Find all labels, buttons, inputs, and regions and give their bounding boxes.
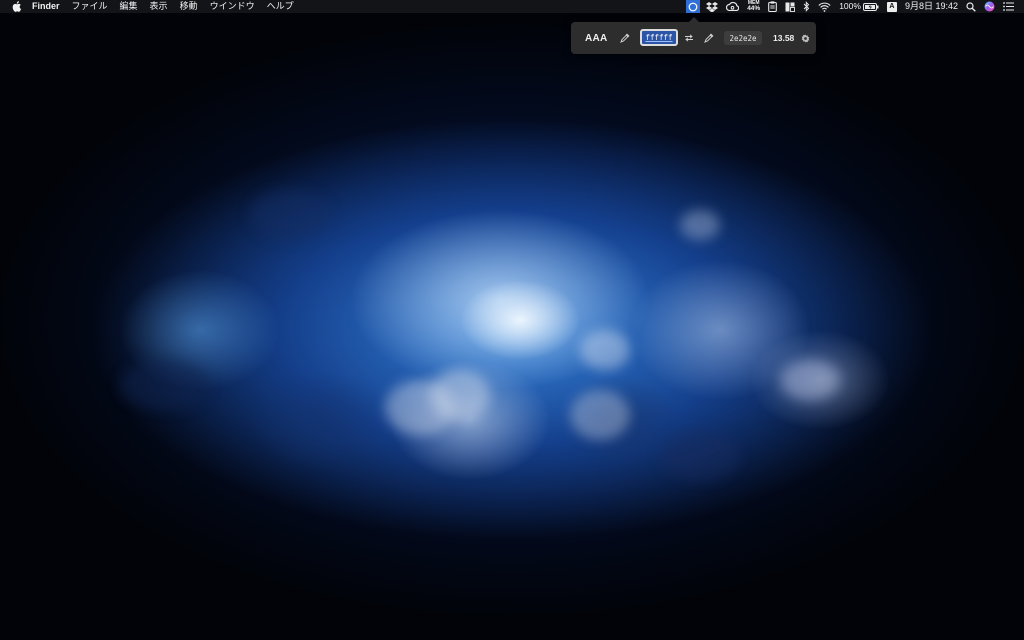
menu-bar: Finder ファイル 編集 表示 移動 ウインドウ ヘルプ MEM 44% 1…	[0, 0, 1024, 13]
menu-window[interactable]: ウインドウ	[204, 0, 261, 13]
menu-go[interactable]: 移動	[174, 0, 204, 13]
background-hex-field[interactable]: 2e2e2e	[724, 31, 762, 45]
background-hex-value: 2e2e2e	[729, 33, 757, 43]
siri-icon[interactable]	[980, 0, 999, 13]
menu-file[interactable]: ファイル	[66, 0, 114, 13]
apple-menu-icon[interactable]	[12, 1, 22, 12]
foreground-hex-value: ffffff	[645, 33, 673, 42]
battery-status[interactable]: 100%	[835, 0, 883, 13]
gear-icon[interactable]	[801, 22, 810, 54]
menu-edit[interactable]: 編集	[114, 0, 144, 13]
menu-help[interactable]: ヘルプ	[261, 0, 300, 13]
battery-percent: 100%	[839, 1, 861, 11]
battery-icon	[862, 2, 879, 11]
menu-view[interactable]: 表示	[144, 0, 174, 13]
bluetooth-icon[interactable]	[799, 0, 814, 13]
wifi-icon[interactable]	[814, 0, 835, 13]
notification-center-icon[interactable]	[999, 0, 1018, 13]
clipboard-icon[interactable]	[764, 0, 781, 13]
contrast-app-status-icon[interactable]	[686, 0, 701, 13]
swap-colors-icon[interactable]	[684, 22, 694, 54]
background-eyedropper-icon[interactable]	[704, 22, 716, 54]
dropbox-icon[interactable]	[702, 0, 722, 13]
menu-app-finder[interactable]: Finder	[26, 0, 66, 13]
memory-meter[interactable]: MEM 44%	[743, 0, 764, 13]
creative-cloud-icon[interactable]	[722, 0, 743, 13]
wcag-rating: AAA	[585, 32, 608, 44]
memory-percent: 44%	[747, 4, 761, 12]
input-source-menu[interactable]: A	[883, 0, 901, 13]
desktop-wallpaper	[0, 0, 1024, 640]
window-manager-icon[interactable]	[781, 0, 799, 13]
input-source-badge: A	[886, 1, 897, 12]
foreground-hex-field[interactable]: ffffff	[640, 29, 678, 46]
spotlight-search-icon[interactable]	[962, 0, 980, 13]
contrast-checker-popover: AAA ffffff 2e2e2e 13.58	[571, 17, 816, 54]
foreground-eyedropper-icon[interactable]	[620, 22, 632, 54]
clock[interactable]: 9月8日 19:42	[901, 0, 962, 13]
contrast-ratio: 13.58	[773, 33, 795, 43]
